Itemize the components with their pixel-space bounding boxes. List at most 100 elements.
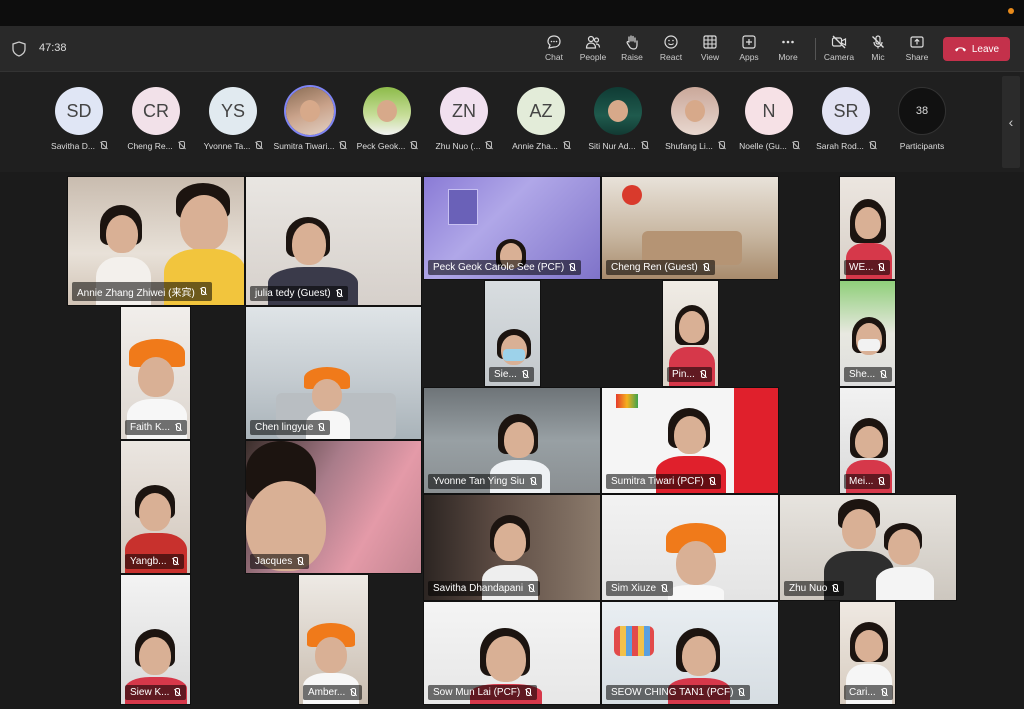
video-tile-peck-geok[interactable]: Peck Geok Carole See (PCF) [423, 176, 601, 280]
video-stage: Annie Zhang Zhiwei (来宾) julia tedy (Gues… [0, 172, 1024, 709]
tile-name-tag: Yangb... [125, 554, 184, 569]
attendee-name-row: Cheng Re... [116, 141, 196, 151]
attendee-name-row: Noelle (Gu... [729, 141, 809, 151]
tile-name-tag: Sow Mun Lai (PCF) [428, 685, 538, 700]
tile-name-tag: Annie Zhang Zhiwei (来宾) [72, 282, 212, 301]
mic-off-icon [529, 477, 537, 486]
tile-name-tag: Amber... [303, 685, 363, 700]
avatar-initials: N [762, 100, 776, 121]
avatar-face [608, 100, 628, 122]
participants-button[interactable]: 38 Participants [882, 87, 962, 151]
camera-off-icon [831, 35, 847, 49]
video-tile-sow-mun-lai[interactable]: Sow Mun Lai (PCF) [423, 601, 601, 705]
pantone-card [448, 189, 478, 225]
tile-name-tag: julia tedy (Guest) [250, 286, 348, 301]
attendee-name: Sumitra Tiwari... [273, 141, 335, 151]
attendee-9[interactable]: N Noelle (Gu... [729, 87, 809, 151]
attendee-name: Yvonne Ta... [203, 141, 251, 151]
tile-name-tag: Cari... [844, 685, 893, 700]
collapse-strip-button[interactable]: ‹ [1002, 76, 1020, 168]
tile-name-tag: Savitha Dhandapani [428, 581, 541, 596]
video-tile-we[interactable]: WE... [839, 176, 896, 280]
tile-name-tag: Yvonne Tan Ying Siu [428, 474, 542, 489]
video-tile-savitha[interactable]: Savitha Dhandapani [423, 494, 601, 601]
view-button[interactable]: View [690, 34, 730, 62]
video-tile-jacques[interactable]: Jacques [245, 440, 422, 574]
avatar-initials: ZN [452, 100, 476, 121]
attendee-name: Annie Zha... [512, 141, 558, 151]
video-tile-sie[interactable]: Sie... [484, 280, 541, 387]
video-tile-annie[interactable]: Annie Zhang Zhiwei (来宾) [67, 176, 245, 306]
video-tile-cari[interactable]: Cari... [839, 601, 896, 705]
video-tile-seow-ching[interactable]: SEOW CHING TAN1 (PCF) [601, 601, 779, 705]
mic-off-icon [879, 370, 887, 379]
apps-button[interactable]: Apps [729, 34, 769, 62]
leave-label: Leave [971, 43, 1000, 55]
face [315, 637, 347, 673]
video-tile-cheng-ren[interactable]: Cheng Ren (Guest) [601, 176, 779, 280]
attendee-2[interactable]: YS Yvonne Ta... [193, 87, 273, 151]
raise-button[interactable]: Raise [612, 34, 652, 62]
window-top-strip [0, 0, 1024, 26]
tile-name-tag: She... [844, 367, 893, 382]
attendee-strip: SD Savitha D... CR Cheng Re... YS Yvonne… [0, 72, 1024, 172]
mic-off-icon [349, 688, 357, 697]
more-button[interactable]: More [768, 34, 808, 62]
people-button[interactable]: People [573, 34, 613, 62]
tile-name-tag: Pin... [667, 367, 712, 382]
video-tile-sim-xiuze[interactable]: Sim Xiuze [601, 494, 779, 601]
tile-name: Chen lingyue [255, 422, 314, 433]
mic-off-icon [702, 263, 710, 272]
video-tile-chen-lingyue[interactable]: Chen lingyue [245, 306, 422, 440]
avatar: N [745, 87, 793, 135]
avatar: YS [209, 87, 257, 135]
face [139, 637, 171, 675]
camera-button[interactable]: Camera [819, 34, 859, 62]
tile-name: Annie Zhang Zhiwei (来宾) [77, 288, 195, 299]
mic-off-icon [335, 289, 343, 298]
tile-name: WE... [849, 262, 874, 273]
mic-button[interactable]: Mic [858, 34, 898, 62]
attendee-0[interactable]: SD Savitha D... [39, 87, 119, 151]
video-tile-faith[interactable]: Faith K... [120, 306, 191, 440]
mic-off-icon [568, 263, 576, 272]
face [504, 422, 534, 458]
video-tile-yvonne[interactable]: Yvonne Tan Ying Siu [423, 387, 601, 494]
attendee-3[interactable]: Sumitra Tiwari... [270, 87, 350, 151]
tile-name: Cheng Ren (Guest) [611, 262, 698, 273]
video-tile-julia[interactable]: julia tedy (Guest) [245, 176, 422, 306]
face [674, 416, 706, 454]
tile-name: Faith K... [130, 422, 171, 433]
wall-decoration [614, 626, 654, 656]
mic-off-icon [177, 141, 185, 150]
video-tile-sumitra[interactable]: Sumitra Tiwari (PCF) [601, 387, 779, 494]
attendee-6[interactable]: AZ Annie Zha... [501, 87, 581, 151]
face [312, 379, 342, 411]
tile-name-tag: Jacques [250, 554, 310, 569]
attendee-1[interactable]: CR Cheng Re... [116, 87, 196, 151]
face [138, 357, 174, 397]
view-label: View [700, 52, 720, 62]
attendee-name: Savitha D... [51, 141, 95, 151]
attendee-8[interactable]: Shufang Li... [655, 87, 735, 151]
video-tile-zhu-nuo[interactable]: Zhu Nuo [779, 494, 957, 601]
video-tile-mei[interactable]: Mei... [839, 387, 896, 494]
video-tile-yangb[interactable]: Yangb... [120, 440, 191, 574]
video-tile-pin[interactable]: Pin... [662, 280, 719, 387]
face [842, 509, 876, 549]
chat-button[interactable]: Chat [534, 34, 574, 62]
tile-name: Cari... [849, 687, 876, 698]
avatar-photo [594, 87, 642, 135]
attendee-4[interactable]: Peck Geok... [347, 87, 427, 151]
share-button[interactable]: Share [897, 34, 937, 62]
avatar-face [685, 100, 705, 122]
leave-button[interactable]: Leave [943, 37, 1010, 61]
attendee-name-row: Siti Nur Ad... [578, 141, 658, 151]
attendee-5[interactable]: ZN Zhu Nuo (... [424, 87, 504, 151]
attendee-10[interactable]: SR Sarah Rod... [806, 87, 886, 151]
attendee-7[interactable]: Siti Nur Ad... [578, 87, 658, 151]
video-tile-siew[interactable]: Siew K... [120, 574, 191, 705]
react-button[interactable]: React [651, 34, 691, 62]
video-tile-she[interactable]: She... [839, 280, 896, 387]
video-tile-amber[interactable]: Amber... [298, 574, 369, 705]
